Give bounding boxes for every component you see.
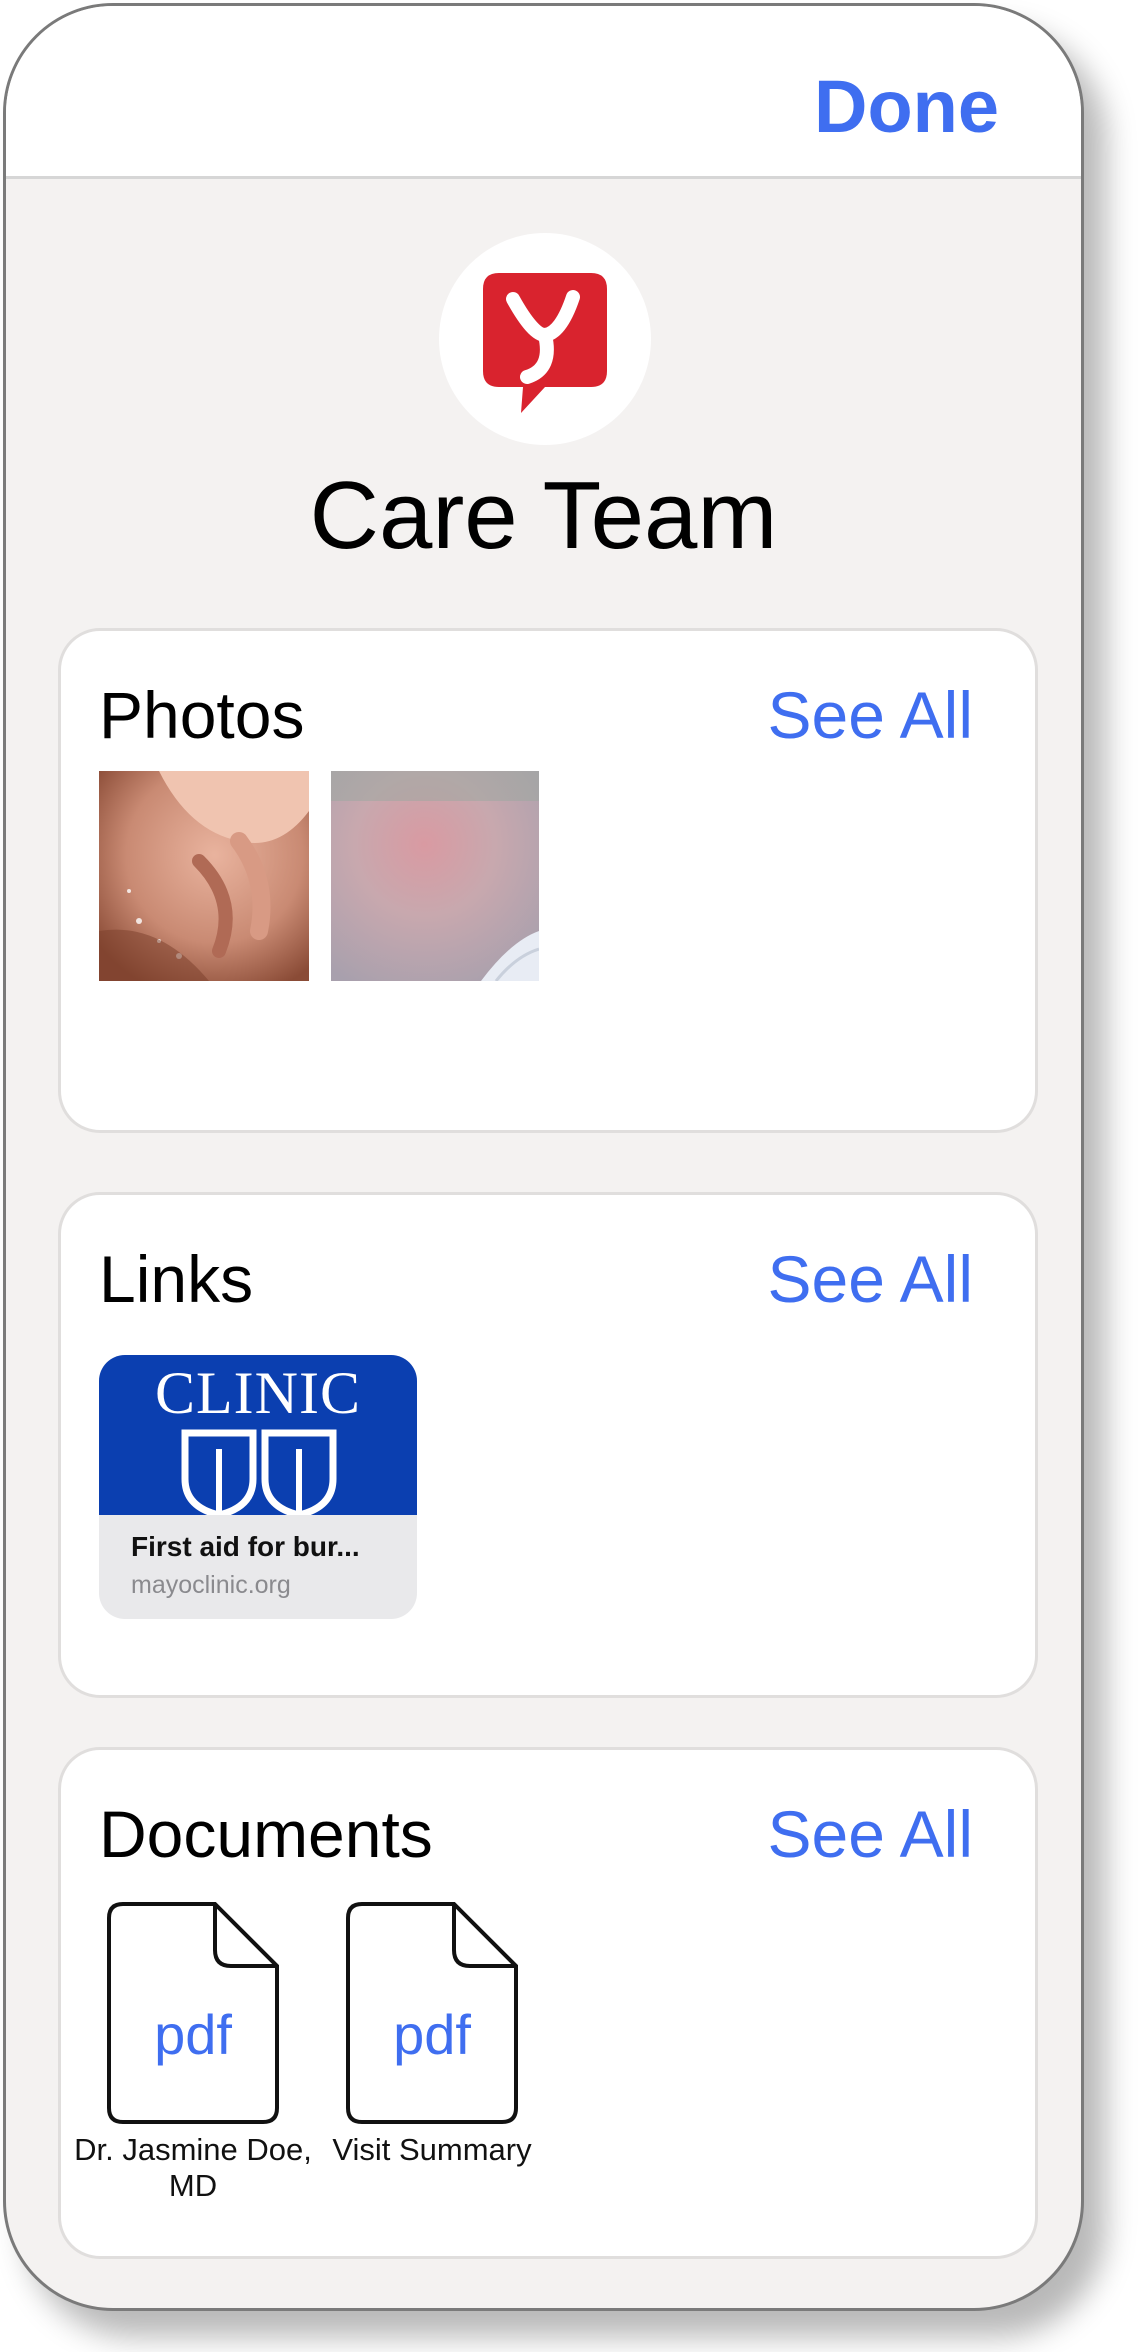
- document-type: pdf: [154, 2003, 232, 2066]
- documents-card: Documents See All pdf Dr. Jasmine Doe, M…: [58, 1747, 1038, 2259]
- done-button[interactable]: Done: [814, 64, 999, 149]
- photo-thumbnail[interactable]: [99, 771, 309, 981]
- links-card: Links See All CLINIC First aid for bur..…: [58, 1192, 1038, 1698]
- document-label: Visit Summary: [332, 2132, 532, 2167]
- links-see-all-button[interactable]: See All: [768, 1241, 973, 1317]
- documents-title: Documents: [99, 1797, 433, 1871]
- photos-see-all-button[interactable]: See All: [768, 677, 973, 753]
- documents-see-all-button[interactable]: See All: [768, 1796, 973, 1872]
- photos-card: Photos See All: [58, 628, 1038, 1133]
- document-label: Dr. Jasmine Doe, MD: [74, 2132, 312, 2203]
- photo-thumbnail[interactable]: [331, 771, 539, 981]
- navigation-bar: Done: [6, 6, 1081, 179]
- link-title: First aid for bur...: [131, 1531, 360, 1562]
- links-title: Links: [99, 1242, 254, 1316]
- document-item[interactable]: pdf Visit Summary: [332, 1902, 532, 2167]
- link-domain: mayoclinic.org: [131, 1571, 291, 1599]
- phone-frame: Done Care Team Photos See All Links See …: [3, 3, 1084, 2311]
- avatar: [439, 233, 651, 445]
- care-team-logo-icon: [483, 273, 607, 413]
- link-preview[interactable]: CLINIC First aid for bur... mayoclinic.o…: [99, 1355, 417, 1619]
- link-thumbnail: CLINIC: [99, 1355, 417, 1515]
- page-title: Care Team: [309, 462, 778, 569]
- document-item[interactable]: pdf Dr. Jasmine Doe, MD: [74, 1902, 312, 2203]
- mayo-shield-icon: [181, 1429, 337, 1515]
- photos-title: Photos: [99, 678, 305, 752]
- document-type: pdf: [393, 2003, 471, 2066]
